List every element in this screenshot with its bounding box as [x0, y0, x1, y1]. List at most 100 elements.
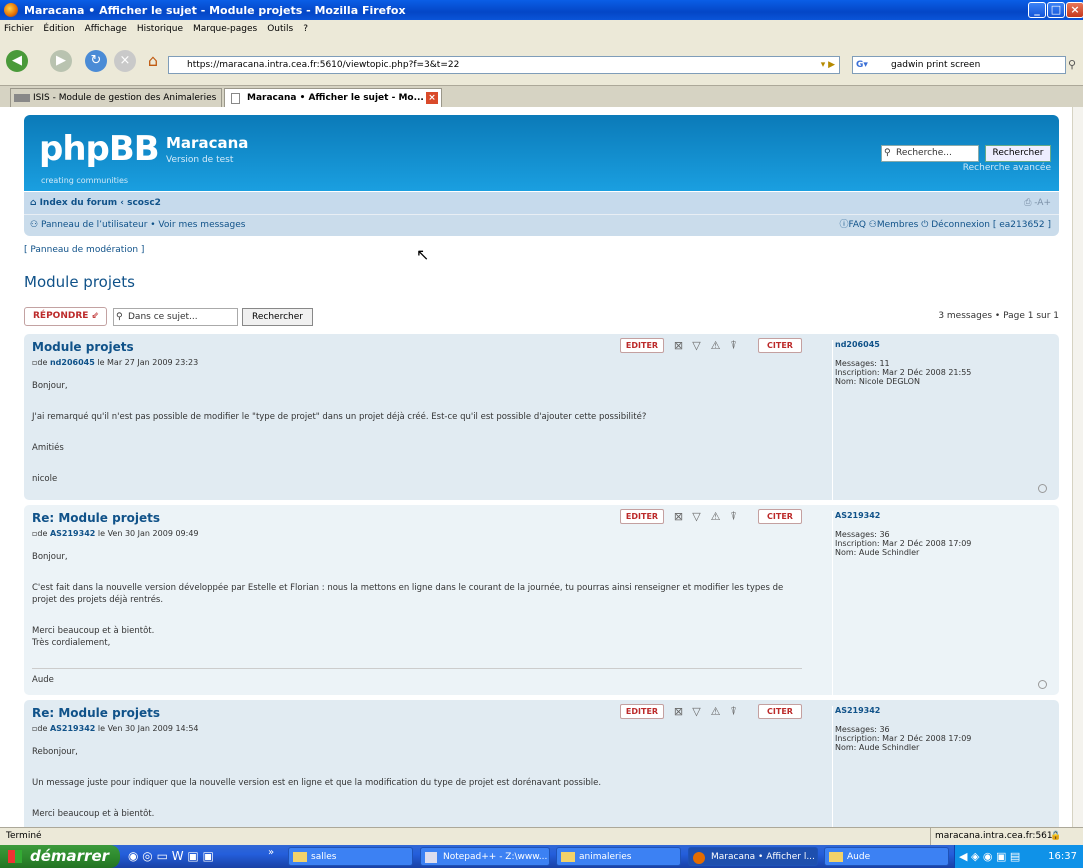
- edit-button[interactable]: EDITER: [620, 338, 664, 353]
- profile-messages: Messages: 11: [835, 359, 890, 368]
- post-paragraph: Bonjour,: [32, 552, 68, 562]
- home-icon[interactable]: ⌂: [142, 50, 164, 72]
- page-title[interactable]: Module projets: [24, 273, 135, 291]
- back-to-top-icon[interactable]: [1038, 484, 1047, 493]
- task-aude[interactable]: Aude: [824, 847, 949, 866]
- warn-icon[interactable]: ⚠: [708, 509, 723, 524]
- members-link[interactable]: Membres: [877, 220, 919, 230]
- task-salles[interactable]: salles: [288, 847, 413, 866]
- tray-icons[interactable]: ◀ ◈ ◉ ▣ ▤: [959, 845, 1020, 868]
- forum-search-button[interactable]: Rechercher: [985, 145, 1051, 162]
- delete-icon[interactable]: ⊠: [671, 338, 686, 353]
- firefox-icon: [693, 852, 705, 864]
- report-icon[interactable]: ▽: [689, 704, 704, 719]
- menu-marque-pages[interactable]: Marque-pages: [193, 24, 257, 34]
- topic-search-input[interactable]: ⚲ Dans ce sujet...: [113, 308, 238, 326]
- menu-fichier[interactable]: Fichier: [4, 24, 33, 34]
- reply-button[interactable]: RÉPONDRE ⇙: [24, 307, 107, 326]
- post-author-line: ▫de AS219342 le Ven 30 Jan 2009 09:49: [32, 529, 199, 538]
- search-go-icon[interactable]: ⚲: [1068, 56, 1083, 74]
- reload-icon[interactable]: ↻: [85, 50, 107, 72]
- tab-isis[interactable]: ISIS - Module de gestion des Animaleries: [10, 88, 222, 107]
- report-icon[interactable]: ▽: [689, 338, 704, 353]
- folder-icon: [561, 852, 575, 862]
- site-description: Version de test: [166, 155, 234, 165]
- close-tab-icon[interactable]: ×: [426, 92, 438, 104]
- phpbb-logo[interactable]: phpBB creating communities: [39, 132, 160, 185]
- quote-button[interactable]: CITER: [758, 338, 802, 353]
- window-title: Maracana • Afficher le sujet - Module pr…: [24, 3, 406, 17]
- menu-edition[interactable]: Édition: [43, 24, 74, 34]
- post-date: le Ven 30 Jan 2009 14:54: [97, 724, 199, 733]
- info-icon[interactable]: ⍒: [726, 338, 741, 353]
- edit-button[interactable]: EDITER: [620, 509, 664, 524]
- window-titlebar[interactable]: Maracana • Afficher le sujet - Module pr…: [0, 0, 1083, 20]
- info-icon[interactable]: ⍒: [726, 704, 741, 719]
- tab-isis-label: ISIS - Module de gestion des Animaleries: [33, 93, 217, 103]
- task-maracana[interactable]: Maracana • Afficher l...: [688, 847, 818, 866]
- padlock-icon: 🔒: [1050, 831, 1062, 841]
- advanced-search-link[interactable]: Recherche avancée: [954, 163, 1051, 173]
- system-tray: ◀ ◈ ◉ ▣ ▤ 16:37: [954, 845, 1083, 868]
- post-paragraph: Bonjour,: [32, 381, 68, 391]
- forum-search-input[interactable]: ⚲ Recherche...: [881, 145, 979, 162]
- post-author-line: ▫de AS219342 le Ven 30 Jan 2009 14:54: [32, 724, 199, 733]
- close-button[interactable]: ×: [1066, 2, 1083, 18]
- logout-link[interactable]: Déconnexion [ ea213652 ]: [931, 220, 1051, 230]
- quote-button[interactable]: CITER: [758, 509, 802, 524]
- forward-icon[interactable]: ▶: [50, 50, 72, 72]
- post-title[interactable]: Module projets: [32, 340, 134, 354]
- task-animaleries[interactable]: animaleries: [556, 847, 681, 866]
- post-body: Bonjour, J'ai remarqué qu'il n'est pas p…: [32, 380, 802, 504]
- profile-username[interactable]: AS219342: [835, 511, 1052, 520]
- vertical-scrollbar[interactable]: [1072, 107, 1083, 827]
- post-title[interactable]: Re: Module projets: [32, 511, 160, 525]
- moderation-panel-link[interactable]: [ Panneau de modération ]: [24, 245, 144, 255]
- menu-aide[interactable]: ?: [303, 24, 308, 34]
- topic-search-button[interactable]: Rechercher: [242, 308, 313, 326]
- menu-outils[interactable]: Outils: [267, 24, 293, 34]
- breadcrumb: ⌂ Index du forum ‹ scosc2 ⎙ -A+: [24, 191, 1059, 214]
- post-body: Bonjour, C'est fait dans la nouvelle ver…: [32, 551, 802, 668]
- post-title[interactable]: Re: Module projets: [32, 706, 160, 720]
- post-icon: ▫: [32, 358, 38, 367]
- task-notepad[interactable]: Notepad++ - Z:\www...: [420, 847, 550, 866]
- post-icon: ▫: [32, 529, 38, 538]
- breadcrumb-link[interactable]: Index du forum ‹ scosc2: [40, 198, 161, 208]
- maximize-button[interactable]: □: [1047, 2, 1065, 18]
- stop-icon[interactable]: ×: [114, 50, 136, 72]
- post-author[interactable]: nd206045: [50, 358, 95, 367]
- warn-icon[interactable]: ⚠: [708, 338, 723, 353]
- magnifier-icon: ⚲: [116, 312, 123, 322]
- print-icon[interactable]: ⎙ -A+: [1024, 192, 1051, 214]
- profile-username[interactable]: nd206045: [835, 340, 1052, 349]
- user-panel-link[interactable]: Panneau de l’utilisateur • Voir mes mess…: [41, 220, 246, 230]
- edit-button[interactable]: EDITER: [620, 704, 664, 719]
- url-text: https://maracana.intra.cea.fr:5610/viewt…: [187, 60, 460, 70]
- topic-search-placeholder: Dans ce sujet...: [128, 312, 198, 322]
- url-bar[interactable]: https://maracana.intra.cea.fr:5610/viewt…: [168, 56, 840, 74]
- faq-link[interactable]: FAQ: [848, 220, 865, 230]
- quote-button[interactable]: CITER: [758, 704, 802, 719]
- delete-icon[interactable]: ⊠: [671, 704, 686, 719]
- notepad-icon: [425, 852, 437, 863]
- info-icon[interactable]: ⍒: [726, 509, 741, 524]
- minimize-button[interactable]: _: [1028, 2, 1046, 18]
- report-icon[interactable]: ▽: [689, 509, 704, 524]
- quicklaunch-icons[interactable]: ◉ ◎ ▭ W ▣ ▣: [128, 849, 214, 863]
- site-name: Maracana: [166, 134, 249, 152]
- post-author[interactable]: AS219342: [50, 724, 95, 733]
- back-icon[interactable]: ◀: [6, 50, 28, 72]
- profile-username[interactable]: AS219342: [835, 706, 1052, 715]
- menu-affichage[interactable]: Affichage: [85, 24, 127, 34]
- post-author[interactable]: AS219342: [50, 529, 95, 538]
- warn-icon[interactable]: ⚠: [708, 704, 723, 719]
- delete-icon[interactable]: ⊠: [671, 509, 686, 524]
- chevron-icon[interactable]: »: [268, 847, 274, 858]
- menu-historique[interactable]: Historique: [137, 24, 183, 34]
- search-engine-box[interactable]: G▾ gadwin print screen: [852, 56, 1066, 74]
- post-paragraph: Rebonjour,: [32, 747, 78, 757]
- tab-maracana[interactable]: Maracana • Afficher le sujet - Mo... ×: [224, 88, 442, 107]
- back-to-top-icon[interactable]: [1038, 680, 1047, 689]
- start-button[interactable]: démarrer: [0, 845, 120, 868]
